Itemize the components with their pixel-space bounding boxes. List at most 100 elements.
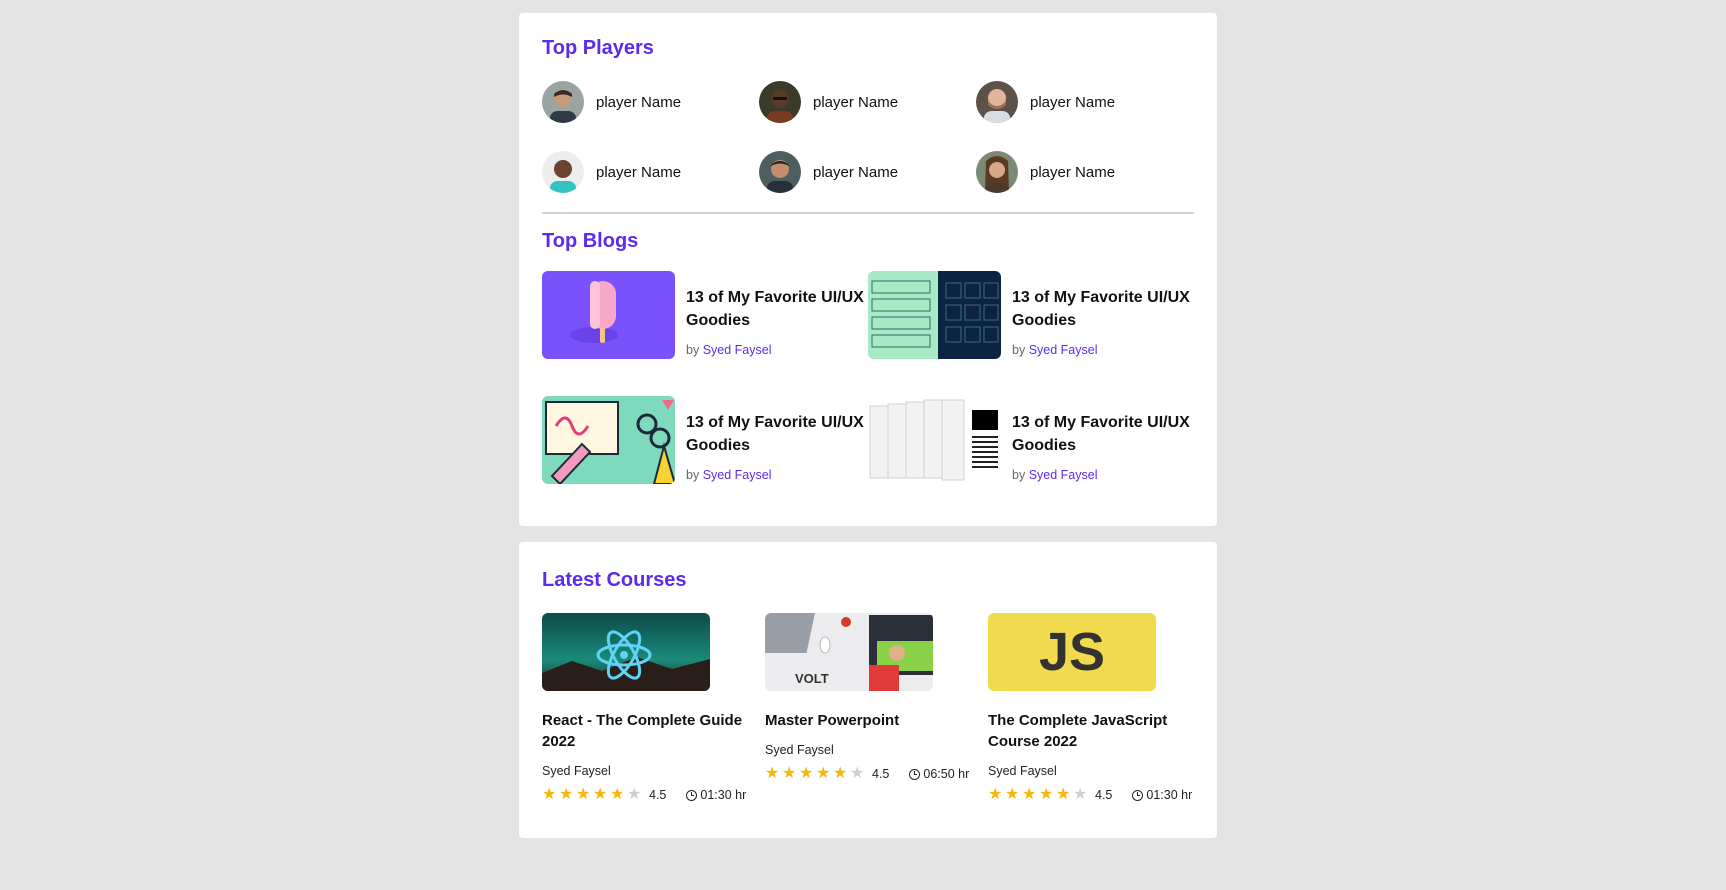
course-thumbnail[interactable]: JS: [988, 613, 1156, 691]
course-meta: ★ ★ ★ ★ ★ ★ 4.5 01:30 hr: [988, 787, 1198, 803]
star-empty-icon: ★: [627, 786, 642, 803]
byline-prefix: by: [686, 468, 700, 482]
thumb-text: VOLT: [795, 671, 829, 686]
star-icon: ★: [593, 786, 608, 803]
blog-thumbnail[interactable]: [542, 396, 675, 484]
player-item[interactable]: player Name: [759, 81, 976, 123]
star-empty-icon: ★: [1073, 786, 1088, 803]
blog-title[interactable]: 13 of My Favorite UI/UX Goodies: [686, 286, 866, 332]
blog-title[interactable]: 13 of My Favorite UI/UX Goodies: [1012, 286, 1192, 332]
blog-thumbnail[interactable]: [868, 271, 1001, 359]
course-card[interactable]: React - The Complete Guide 2022 Syed Fay…: [542, 613, 765, 803]
course-card[interactable]: JS The Complete JavaScript Course 2022 S…: [988, 613, 1198, 803]
blog-author-link[interactable]: Syed Faysel: [703, 343, 772, 357]
rating-stars: ★ ★ ★ ★ ★ ★: [542, 787, 644, 803]
course-title[interactable]: React - The Complete Guide 2022: [542, 710, 747, 752]
rating-value: 4.5: [649, 788, 667, 802]
blog-title[interactable]: 13 of My Favorite UI/UX Goodies: [686, 411, 866, 457]
course-duration: 06:50 hr: [909, 767, 969, 781]
blog-byline: by Syed Faysel: [1012, 468, 1192, 482]
blog-item[interactable]: 13 of My Favorite UI/UX Goodies by Syed …: [868, 271, 1194, 359]
avatar: [759, 151, 801, 193]
course-thumbnail[interactable]: VOLT: [765, 613, 933, 691]
courses-grid: React - The Complete Guide 2022 Syed Fay…: [542, 613, 1202, 803]
avatar: [542, 151, 584, 193]
top-players-title: Top Players: [542, 37, 654, 59]
rating-value: 4.5: [872, 767, 890, 781]
player-name: player Name: [813, 163, 899, 181]
player-item[interactable]: player Name: [976, 81, 1193, 123]
duration-text: 06:50 hr: [923, 767, 970, 781]
byline-prefix: by: [1012, 343, 1026, 357]
blog-thumbnail[interactable]: [868, 396, 1001, 484]
star-icon: ★: [988, 786, 1003, 803]
byline-prefix: by: [1012, 468, 1026, 482]
star-icon: ★: [610, 786, 625, 803]
blog-item[interactable]: 13 of My Favorite UI/UX Goodies by Syed …: [542, 271, 868, 359]
rating-value: 4.5: [1095, 788, 1113, 802]
clock-icon: [686, 789, 698, 801]
duration-text: 01:30 hr: [1146, 788, 1193, 802]
blogs-grid: 13 of My Favorite UI/UX Goodies by Syed …: [542, 271, 1202, 484]
blog-item[interactable]: 13 of My Favorite UI/UX Goodies by Syed …: [542, 396, 868, 484]
player-name: player Name: [596, 93, 682, 111]
course-author: Syed Faysel: [765, 743, 834, 757]
blog-item[interactable]: 13 of My Favorite UI/UX Goodies by Syed …: [868, 396, 1194, 484]
blog-thumbnail[interactable]: [542, 271, 675, 359]
rating-stars: ★ ★ ★ ★ ★ ★: [765, 766, 867, 782]
blog-author-link[interactable]: Syed Faysel: [1029, 468, 1098, 482]
player-item[interactable]: player Name: [759, 151, 976, 193]
player-name: player Name: [1030, 93, 1116, 111]
divider: [542, 212, 1194, 214]
course-title[interactable]: The Complete JavaScript Course 2022: [988, 710, 1193, 752]
clock-icon: [1132, 789, 1144, 801]
byline-prefix: by: [686, 343, 700, 357]
player-item[interactable]: player Name: [976, 151, 1193, 193]
star-icon: ★: [1056, 786, 1071, 803]
top-blogs-title: Top Blogs: [542, 230, 639, 252]
avatar: [759, 81, 801, 123]
star-icon: ★: [1039, 786, 1054, 803]
blog-byline: by Syed Faysel: [686, 343, 866, 357]
star-icon: ★: [765, 765, 780, 782]
blog-title[interactable]: 13 of My Favorite UI/UX Goodies: [1012, 411, 1192, 457]
blog-author-link[interactable]: Syed Faysel: [703, 468, 772, 482]
course-author: Syed Faysel: [988, 764, 1057, 778]
players-grid: player Name player Name player Name play…: [542, 81, 1194, 193]
duration-text: 01:30 hr: [700, 788, 747, 802]
course-duration: 01:30 hr: [1132, 788, 1192, 802]
star-icon: ★: [542, 786, 557, 803]
star-icon: ★: [1022, 786, 1037, 803]
star-icon: ★: [559, 786, 574, 803]
star-icon: ★: [833, 765, 848, 782]
star-icon: ★: [1005, 786, 1020, 803]
courses-card: Latest Courses React - The Complete Guid…: [519, 542, 1217, 838]
course-thumbnail[interactable]: [542, 613, 710, 691]
top-card: Top Players player Name player Name play…: [519, 13, 1217, 526]
latest-courses-title: Latest Courses: [542, 569, 687, 591]
player-item[interactable]: player Name: [542, 81, 759, 123]
course-meta: ★ ★ ★ ★ ★ ★ 4.5 01:30 hr: [542, 787, 765, 803]
rating-stars: ★ ★ ★ ★ ★ ★: [988, 787, 1090, 803]
course-card[interactable]: VOLT Master Powerpoint Syed Faysel ★ ★ ★ ★ ★…: [765, 613, 988, 803]
course-duration: 01:30 hr: [686, 788, 746, 802]
avatar: [542, 81, 584, 123]
clock-icon: [909, 768, 921, 780]
avatar: [976, 81, 1018, 123]
player-name: player Name: [813, 93, 899, 111]
star-icon: ★: [816, 765, 831, 782]
player-name: player Name: [1030, 163, 1116, 181]
star-icon: ★: [799, 765, 814, 782]
blog-byline: by Syed Faysel: [1012, 343, 1192, 357]
star-empty-icon: ★: [850, 765, 865, 782]
course-title[interactable]: Master Powerpoint: [765, 710, 970, 731]
star-icon: ★: [576, 786, 591, 803]
avatar: [976, 151, 1018, 193]
course-author: Syed Faysel: [542, 764, 611, 778]
thumb-text: JS: [1039, 622, 1105, 682]
blog-author-link[interactable]: Syed Faysel: [1029, 343, 1098, 357]
player-item[interactable]: player Name: [542, 151, 759, 193]
blog-byline: by Syed Faysel: [686, 468, 866, 482]
player-name: player Name: [596, 163, 682, 181]
course-meta: ★ ★ ★ ★ ★ ★ 4.5 06:50 hr: [765, 766, 988, 782]
